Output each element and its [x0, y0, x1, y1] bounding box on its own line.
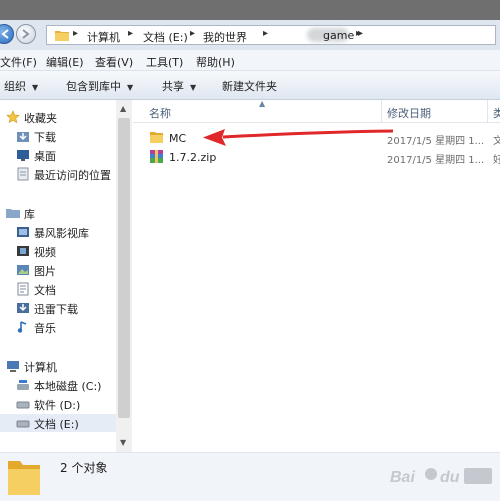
chevron-down-icon: ▼ — [32, 83, 39, 92]
include-in-library-button[interactable]: 包含到库中 ▼ — [66, 78, 133, 94]
menu-file[interactable]: 文件(F) — [0, 54, 37, 70]
nav-item-desktop[interactable]: 桌面 — [0, 146, 116, 164]
film-icon — [17, 246, 29, 256]
arrow-left-icon — [1, 29, 9, 39]
breadcrumb-separator[interactable]: ▸ — [190, 28, 195, 39]
nav-libraries[interactable]: 库 — [0, 204, 116, 222]
music-note-icon — [17, 321, 27, 333]
menu-help[interactable]: 帮助(H) — [196, 54, 235, 70]
system-drive-icon — [17, 380, 29, 390]
scrollbar-thumb[interactable] — [118, 118, 130, 418]
winrar-archive-icon — [150, 150, 163, 163]
address-bar[interactable]: ▸ 计算机 ▸ 文档 (E:) ▸ 我的世界 ▸ ▸ game ▸ — [46, 25, 496, 45]
svg-text:Bai: Bai — [390, 469, 415, 486]
file-type: 文 — [493, 136, 500, 147]
drive-icon — [16, 401, 30, 409]
address-row: ▸ 计算机 ▸ 文档 (E:) ▸ 我的世界 ▸ ▸ game ▸ — [0, 20, 500, 50]
menu-view[interactable]: 查看(V) — [95, 54, 133, 70]
nav-item-recent-places[interactable]: 最近访问的位置 — [0, 165, 116, 183]
nav-item-baofeng-library[interactable]: 暴风影视库 — [0, 223, 116, 241]
column-header-type[interactable]: 类 — [493, 105, 500, 121]
nav-item-music[interactable]: 音乐 — [0, 318, 116, 336]
menu-bar: 文件(F) 编辑(E) 查看(V) 工具(T) 帮助(H) — [0, 50, 500, 71]
forward-button[interactable] — [16, 24, 36, 44]
file-name: 1.7.2.zip — [169, 151, 217, 164]
svg-text:du: du — [440, 469, 460, 486]
organize-button[interactable]: 组织 ▼ — [4, 78, 38, 94]
file-row-zip[interactable]: 1.7.2.zip 2017/1/5 星期四 1... 好 — [133, 147, 500, 167]
download-folder-icon — [17, 132, 29, 142]
annotation-arrow — [203, 129, 394, 146]
file-name: MC — [169, 132, 187, 145]
nav-item-pictures[interactable]: 图片 — [0, 261, 116, 279]
nav-scrollbar[interactable]: ▲ ▼ — [116, 100, 132, 452]
menu-edit[interactable]: 编辑(E) — [46, 54, 84, 70]
desktop-icon — [17, 150, 29, 161]
nav-item-xunlei-downloads[interactable]: 迅雷下载 — [0, 299, 116, 317]
large-folder-icon — [8, 461, 40, 495]
chevron-down-icon: ▼ — [190, 83, 197, 92]
breadcrumb-my-world[interactable]: 我的世界 — [203, 29, 247, 45]
drive-icon — [16, 420, 30, 428]
breadcrumb-separator[interactable]: ▸ — [73, 28, 78, 39]
window-top-strip — [0, 0, 500, 20]
folder-icon — [55, 31, 69, 41]
nav-item-documents[interactable]: 文档 — [0, 280, 116, 298]
nav-item-drive-d[interactable]: 软件 (D:) — [0, 395, 116, 413]
file-date: 2017/1/5 星期四 1... — [387, 136, 485, 147]
breadcrumb-drive-e[interactable]: 文档 (E:) — [143, 29, 188, 45]
arrow-right-icon — [22, 29, 30, 39]
menu-tools[interactable]: 工具(T) — [146, 54, 183, 70]
chevron-down-icon: ▼ — [127, 83, 134, 92]
folder-icon — [150, 132, 163, 143]
nav-item-drive-c[interactable]: 本地磁盘 (C:) — [0, 376, 116, 394]
column-divider[interactable] — [381, 100, 382, 122]
nav-item-drive-e[interactable]: 文档 (E:) — [0, 414, 116, 432]
file-type: 好 — [493, 155, 500, 166]
library-icon — [6, 209, 20, 218]
share-button[interactable]: 共享 ▼ — [162, 78, 196, 94]
video-library-icon — [17, 227, 29, 237]
navigation-pane: 收藏夹 下载 桌面 最近访问的位置 库 暴风影视库 视频 图片 文档 迅雷下载 … — [0, 100, 116, 452]
computer-icon — [7, 361, 19, 372]
status-item-count: 2 个对象 — [60, 461, 108, 475]
breadcrumb-separator[interactable]: ▸ — [358, 28, 363, 39]
back-button[interactable] — [0, 24, 14, 44]
scroll-down-icon[interactable]: ▼ — [120, 438, 126, 447]
baidu-jingyan-watermark: Bai du — [390, 468, 492, 486]
breadcrumb-separator[interactable]: ▸ — [128, 28, 133, 39]
picture-icon — [17, 265, 29, 275]
nav-favorites[interactable]: 收藏夹 — [0, 108, 116, 126]
breadcrumb-game[interactable]: game — [323, 29, 354, 42]
nav-item-videos[interactable]: 视频 — [0, 242, 116, 260]
column-header-date-modified[interactable]: 修改日期 — [387, 105, 431, 121]
command-toolbar: 组织 ▼ 包含到库中 ▼ 共享 ▼ 新建文件夹 — [0, 71, 500, 100]
column-header-name[interactable]: 名称 — [149, 105, 171, 121]
scroll-up-icon[interactable]: ▲ — [120, 104, 126, 113]
recent-places-icon — [17, 167, 29, 181]
star-icon — [6, 110, 20, 124]
nav-computer[interactable]: 计算机 — [0, 357, 116, 375]
document-icon — [17, 282, 29, 296]
breadcrumb-computer[interactable]: 计算机 — [87, 29, 120, 45]
nav-item-downloads[interactable]: 下载 — [0, 127, 116, 145]
breadcrumb-separator[interactable]: ▸ — [263, 28, 268, 39]
new-folder-button[interactable]: 新建文件夹 — [222, 78, 277, 94]
file-date: 2017/1/5 星期四 1... — [387, 155, 485, 166]
xunlei-icon — [17, 303, 29, 313]
column-header-row: ▲ 名称 修改日期 类 — [133, 99, 500, 123]
sort-ascending-icon: ▲ — [259, 99, 266, 108]
column-divider[interactable] — [487, 100, 488, 122]
file-list: ▲ 名称 修改日期 类 MC 2017/1/5 星期四 1... 文 1.7.2… — [133, 99, 500, 452]
